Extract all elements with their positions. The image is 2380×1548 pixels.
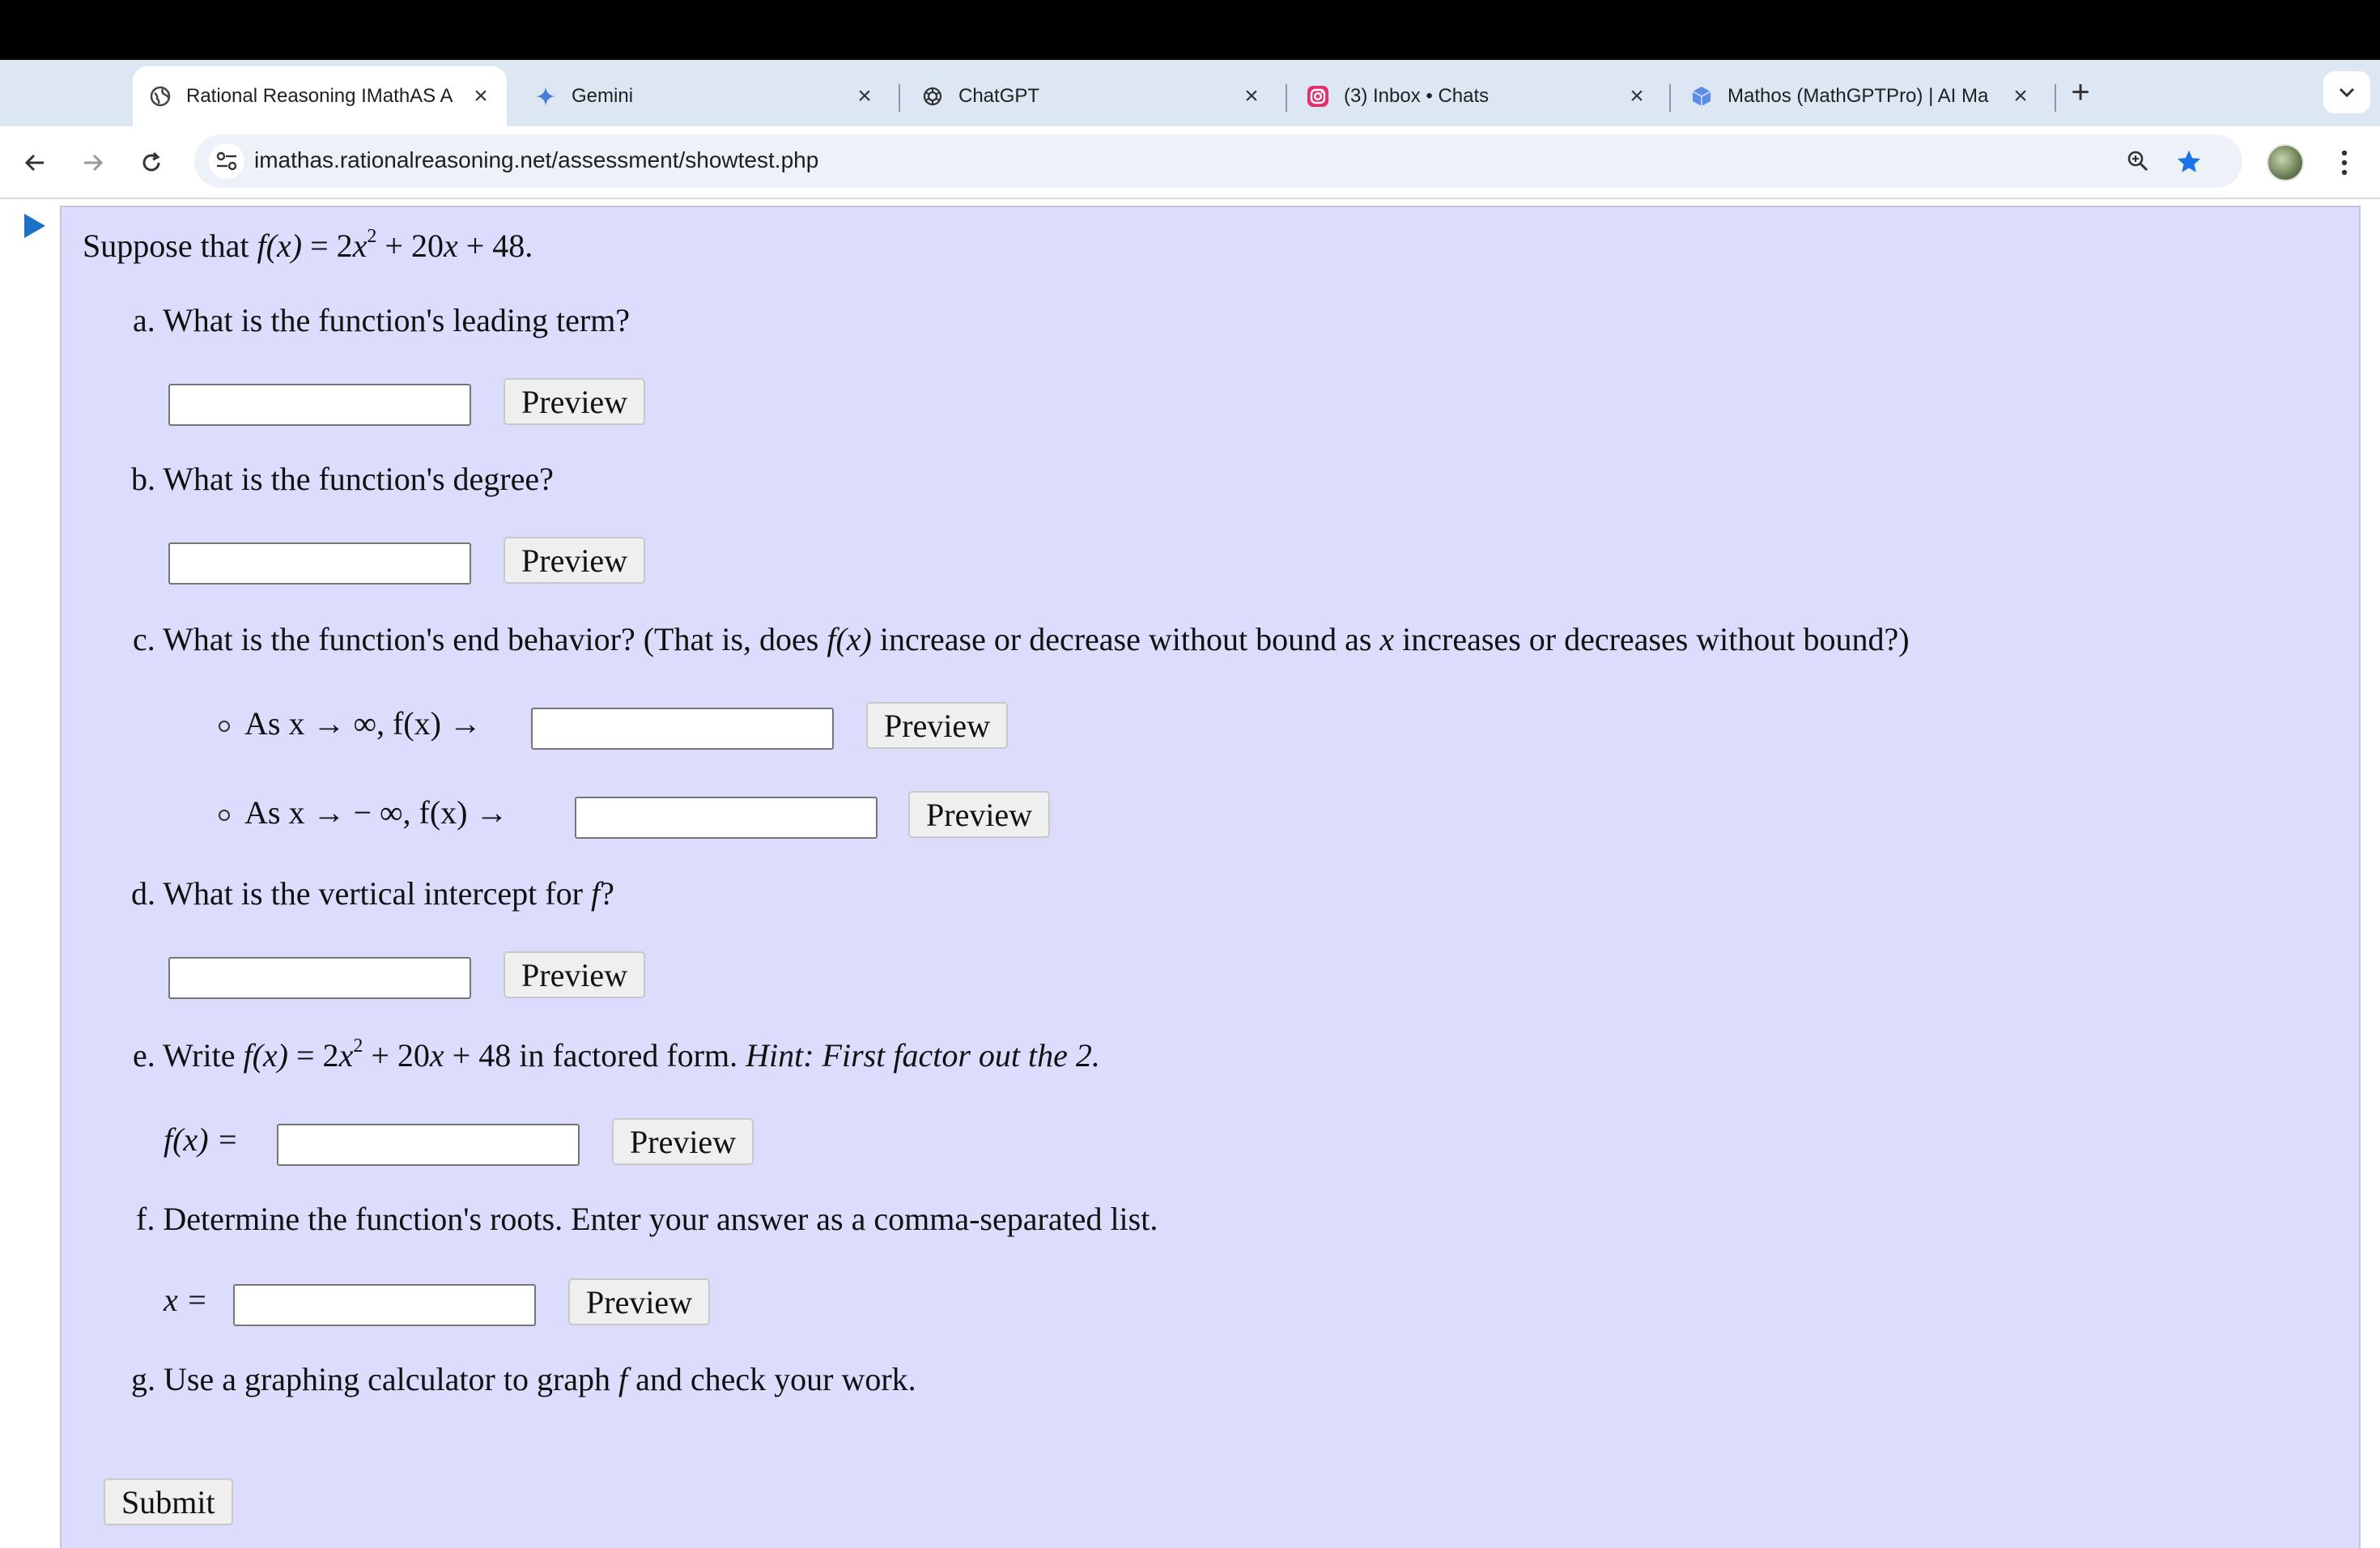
close-icon[interactable]: × bbox=[1237, 82, 1266, 111]
browser-toolbar: imathas.rationalreasoning.net/assessment… bbox=[0, 126, 2380, 199]
part-f-answer-label: x = bbox=[164, 1282, 208, 1318]
part-f-preview-button[interactable]: Preview bbox=[568, 1278, 711, 1325]
mathos-cube-icon bbox=[1690, 85, 1713, 108]
arrow-right-icon bbox=[84, 154, 104, 172]
part-b-question: b. What is the function's degree? bbox=[131, 461, 554, 497]
tab-title: Rational Reasoning IMathAS A bbox=[186, 85, 453, 107]
part-b-answer-input[interactable] bbox=[168, 542, 471, 585]
part-c-positive-answer-input[interactable] bbox=[531, 708, 834, 750]
profile-avatar[interactable] bbox=[2267, 144, 2304, 181]
list-bullet bbox=[219, 810, 230, 821]
tab-search-button[interactable] bbox=[2323, 71, 2370, 113]
more-vert-icon bbox=[2341, 150, 2348, 176]
zoom-icon[interactable] bbox=[2121, 144, 2155, 178]
chatgpt-icon bbox=[921, 85, 944, 108]
part-a-preview-button[interactable]: Preview bbox=[504, 378, 646, 425]
part-d-answer-input[interactable] bbox=[168, 957, 471, 999]
part-d-preview-button[interactable]: Preview bbox=[504, 951, 646, 998]
tab-chatgpt[interactable]: ChatGPT × bbox=[905, 66, 1277, 126]
tab-title: (3) Inbox • Chats bbox=[1344, 85, 1490, 107]
part-e-preview-button[interactable]: Preview bbox=[612, 1118, 754, 1165]
tab-gemini[interactable]: Gemini × bbox=[518, 66, 890, 126]
tab-mathos[interactable]: Mathos (MathGPTPro) | AI Ma × bbox=[1674, 66, 2046, 126]
tab-separator bbox=[899, 84, 900, 112]
browser-menu-button[interactable] bbox=[2328, 142, 2361, 183]
tab-title: Gemini bbox=[572, 85, 634, 107]
bookmark-star-icon[interactable] bbox=[2171, 144, 2207, 180]
collapse-triangle-icon[interactable] bbox=[23, 212, 47, 240]
tab-title: ChatGPT bbox=[958, 85, 1040, 107]
problem-statement: Suppose that f(x) = 2x2 + 20x + 48. bbox=[83, 226, 533, 264]
reload-button[interactable] bbox=[130, 141, 173, 185]
reload-icon bbox=[142, 151, 160, 172]
close-icon[interactable]: × bbox=[2006, 82, 2035, 111]
tab-instagram-inbox[interactable]: (3) Inbox • Chats × bbox=[1290, 66, 1663, 126]
tab-separator bbox=[1286, 84, 1287, 112]
part-c-item-negative-infinity: As x → − ∞, f(x) → bbox=[244, 794, 508, 831]
close-icon[interactable]: × bbox=[850, 82, 879, 111]
part-c-item-positive-infinity: As x → ∞, f(x) → bbox=[244, 705, 482, 742]
part-e-question: e. Write f(x) = 2x2 + 20x + 48 in factor… bbox=[133, 1036, 1100, 1074]
address-bar[interactable]: imathas.rationalreasoning.net/assessment… bbox=[194, 134, 2242, 188]
tab-title: Mathos (MathGPTPro) | AI Ma bbox=[1728, 85, 1989, 107]
part-d-question: d. What is the vertical intercept for f? bbox=[131, 875, 614, 912]
part-e-answer-input[interactable] bbox=[277, 1124, 580, 1166]
part-b-preview-button[interactable]: Preview bbox=[504, 537, 646, 584]
tune-icon bbox=[216, 151, 237, 171]
back-button[interactable] bbox=[13, 141, 57, 185]
part-f-answer-input[interactable] bbox=[233, 1284, 536, 1326]
chevron-down-icon bbox=[2339, 87, 2355, 98]
tab-strip: Rational Reasoning IMathAS A × Gemini × … bbox=[0, 60, 2380, 126]
part-a-answer-input[interactable] bbox=[168, 384, 471, 426]
os-menu-bar bbox=[0, 0, 2380, 60]
part-c-positive-preview-button[interactable]: Preview bbox=[866, 702, 1009, 749]
close-icon[interactable]: × bbox=[466, 82, 495, 111]
site-info-button[interactable] bbox=[209, 143, 244, 179]
forward-button[interactable] bbox=[71, 141, 115, 185]
part-f-question: f. Determine the function's roots. Enter… bbox=[136, 1201, 1158, 1237]
part-c-negative-answer-input[interactable] bbox=[575, 797, 878, 839]
submit-button[interactable]: Submit bbox=[104, 1478, 233, 1525]
part-c-question: c. What is the function's end behavior? … bbox=[133, 621, 1910, 657]
arrow-left-icon bbox=[24, 154, 44, 172]
part-a-question: a. What is the function's leading term? bbox=[133, 302, 631, 338]
list-bullet bbox=[219, 721, 230, 732]
tab-separator bbox=[2055, 84, 2056, 112]
part-c-negative-preview-button[interactable]: Preview bbox=[908, 791, 1051, 838]
new-tab-button[interactable]: + bbox=[2063, 74, 2098, 110]
globe-icon bbox=[149, 85, 172, 108]
part-e-answer-label: f(x) = bbox=[164, 1121, 239, 1158]
tab-separator bbox=[1669, 84, 1671, 112]
question-panel: Suppose that f(x) = 2x2 + 20x + 48. a. W… bbox=[60, 206, 2361, 1548]
close-icon[interactable]: × bbox=[1622, 82, 1651, 111]
instagram-icon bbox=[1307, 85, 1329, 108]
url-text[interactable]: imathas.rationalreasoning.net/assessment… bbox=[254, 147, 818, 173]
tab-rational-reasoning[interactable]: Rational Reasoning IMathAS A × bbox=[133, 66, 507, 126]
part-g-question: g. Use a graphing calculator to graph f … bbox=[131, 1361, 916, 1397]
gemini-sparkle-icon bbox=[534, 85, 557, 108]
